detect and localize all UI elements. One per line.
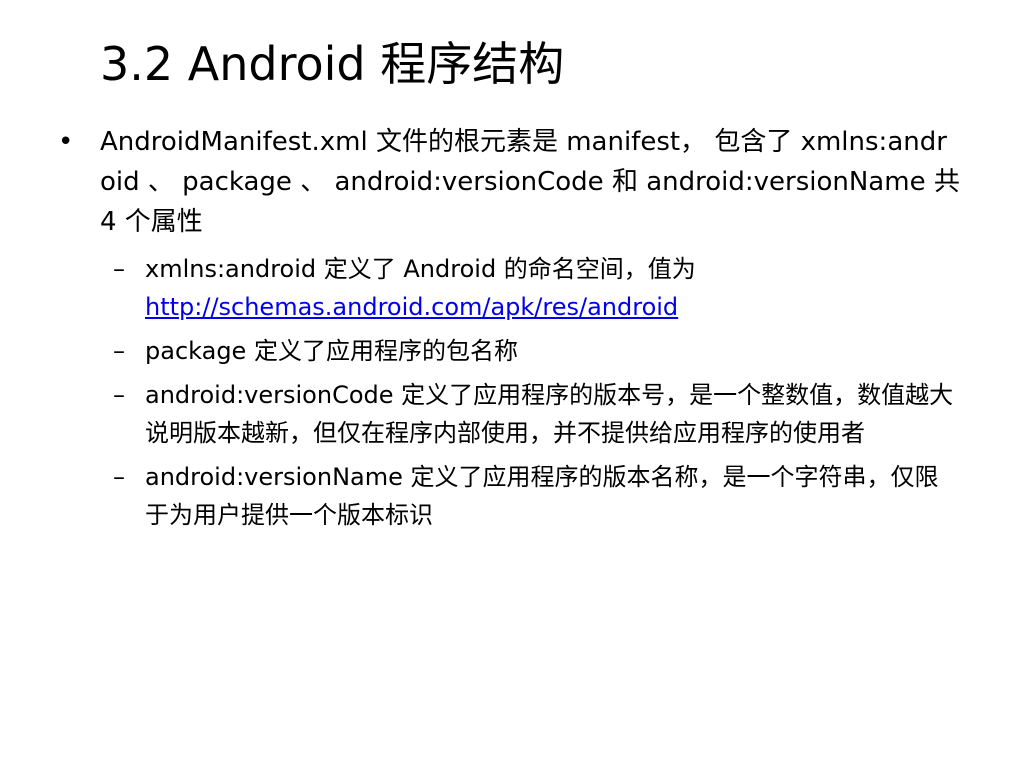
android-namespace-link[interactable]: http://schemas.android.com/apk/res/andro… (145, 288, 678, 326)
slide-title: 3.2 Android 程序结构 (100, 37, 565, 91)
sub-bullet-text: android:versionName 定义了应用程序的版本名称，是一个字符串，… (145, 463, 939, 529)
xmlns-description: xmlns:android 定义了 Android 的命名空间，值为 (145, 255, 696, 283)
bullet-marker: • (58, 127, 74, 157)
main-bullet-item: • AndroidManifest.xml 文件的根元素是 manifest， … (58, 122, 968, 242)
dash-marker: – (113, 381, 125, 409)
dash-marker: – (113, 463, 125, 491)
sub-bullet-item-xmlns: – xmlns:android 定义了 Android 的命名空间，值为 htt… (113, 250, 973, 326)
sub-bullet-item-version-name: – android:versionName 定义了应用程序的版本名称，是一个字符… (113, 458, 973, 534)
sub-bullet-item-package: – package 定义了应用程序的包名称 (113, 332, 973, 370)
sub-bullet-text: xmlns:android 定义了 Android 的命名空间，值为 http:… (145, 250, 960, 326)
dash-marker: – (113, 255, 125, 283)
main-bullet-text: AndroidManifest.xml 文件的根元素是 manifest， 包含… (100, 127, 960, 237)
sub-bullet-text: android:versionCode 定义了应用程序的版本号，是一个整数值，数… (145, 381, 954, 447)
sub-bullet-text: package 定义了应用程序的包名称 (145, 337, 518, 365)
slide: 3.2 Android 程序结构 • AndroidManifest.xml 文… (0, 0, 1024, 768)
sub-bullet-list: – xmlns:android 定义了 Android 的命名空间，值为 htt… (113, 250, 973, 540)
sub-bullet-item-version-code: – android:versionCode 定义了应用程序的版本号，是一个整数值… (113, 376, 973, 452)
dash-marker: – (113, 337, 125, 365)
